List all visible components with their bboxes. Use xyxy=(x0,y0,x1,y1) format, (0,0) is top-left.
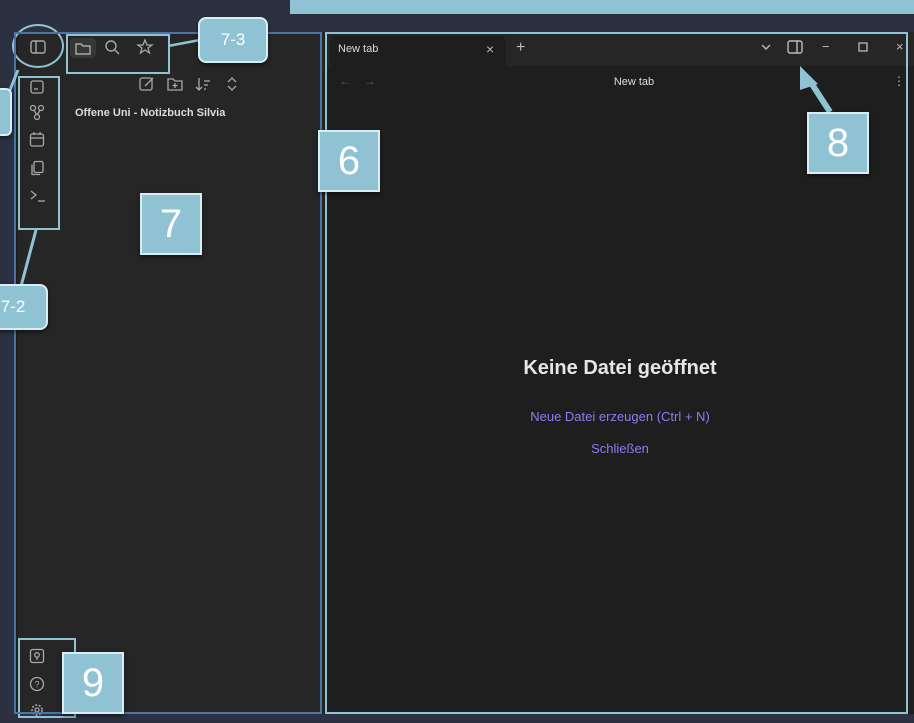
annotation-connectors xyxy=(4,38,833,291)
annotation-label-partial xyxy=(0,88,12,136)
annotation-label-9: 9 xyxy=(62,652,124,714)
annotation-label-8: 8 xyxy=(807,112,869,174)
annotation-label-7-3: 7-3 xyxy=(198,17,268,63)
annotation-label-6: 6 xyxy=(318,130,380,192)
annotation-label-7-2: 7-2 xyxy=(0,284,48,330)
annotation-label-7: 7 xyxy=(140,193,202,255)
